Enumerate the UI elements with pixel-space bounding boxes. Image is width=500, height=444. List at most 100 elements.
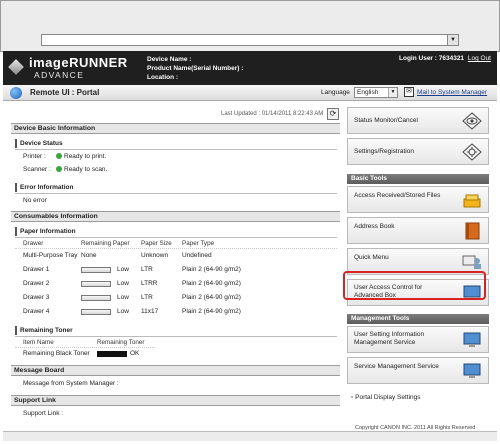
device-info: Device Name : Product Name(Serial Number… (147, 55, 243, 82)
service-management-card[interactable]: Service Management Service (347, 357, 489, 384)
divider (15, 248, 337, 249)
user-setting-info-label: User Setting Information Management Serv… (354, 331, 425, 346)
toner-item-name: Remaining Black Toner (23, 350, 90, 357)
divider (15, 149, 337, 150)
table-row-type: Plain 2 (64-90 g/m2) (182, 294, 241, 301)
browser-chrome: ▼ (0, 0, 500, 52)
consumables-info-header: Consumables Information (11, 211, 340, 222)
paper-col-type: Paper Type (182, 240, 215, 247)
last-updated: Last Updated : 01/14/2011 8:22:43 AM (221, 111, 324, 117)
toner-status: OK (130, 350, 140, 357)
table-row-drawer: Multi-Purpose Tray (23, 252, 78, 259)
status-bar (3, 431, 497, 441)
message-board-header: Message Board (11, 365, 340, 376)
address-book-card[interactable]: Address Book (347, 217, 489, 244)
portal-bar: Remote UI : Portal Language English ▼ ✉ … (3, 85, 497, 101)
table-row-type: Plain 2 (64-90 g/m2) (182, 308, 241, 315)
paper-level-bar (81, 267, 111, 273)
table-row-remaining: Low (117, 294, 129, 301)
refresh-button[interactable]: ⟳ (327, 108, 339, 120)
page-title: Remote UI : Portal (30, 88, 100, 97)
app-header: imageRUNNER ADVANCE Device Name : Produc… (3, 51, 497, 85)
language-value: English (357, 89, 379, 96)
paper-col-drawer: Drawer (23, 240, 44, 247)
paper-col-remaining: Remaining Paper (81, 240, 130, 247)
support-link-header: Support Link (11, 395, 340, 406)
product-name-label: Product Name(Serial Number) : (147, 65, 244, 72)
portal-globe-icon (10, 87, 22, 99)
address-bar[interactable]: ▼ (41, 34, 459, 46)
main-content: Last Updated : 01/14/2011 8:22:43 AM ⟳ D… (3, 101, 497, 431)
table-row-drawer: Drawer 4 (23, 308, 50, 315)
status-monitor-card[interactable]: Status Monitor/Cancel (347, 107, 489, 134)
scanner-status-text: Ready to scan. (64, 166, 108, 173)
toner-col-remaining: Remaining Toner (97, 339, 145, 346)
address-book-icon (465, 222, 480, 240)
folder-stack-icon (463, 194, 481, 208)
settings-registration-label: Settings/Registration (354, 148, 414, 155)
monitor-icon (463, 363, 481, 378)
printer-status-text: Ready to print. (64, 153, 107, 160)
cube-logo-icon (8, 59, 24, 75)
mail-icon[interactable]: ✉ (404, 87, 414, 97)
mail-to-system-manager-link[interactable]: Mail to System Manager (417, 89, 487, 96)
table-row-type: Plain 2 (64-90 g/m2) (182, 280, 241, 287)
table-row-remaining: Low (117, 308, 129, 315)
bullet-icon: ▫ (351, 394, 354, 401)
refresh-icon: ⟳ (329, 109, 337, 118)
printer-status: Ready to print. (56, 153, 106, 160)
support-link-text: Support Link : (23, 410, 64, 417)
device-name-label: Device Name : (147, 56, 192, 63)
table-row-remaining: Low (117, 280, 129, 287)
table-row-type: Plain 2 (64-90 g/m2) (182, 266, 241, 273)
divider (15, 237, 337, 238)
monitor-icon (463, 332, 481, 347)
device-basic-info-header: Device Basic Information (11, 123, 340, 134)
chevron-down-icon[interactable]: ▼ (447, 35, 458, 45)
status-ok-icon (56, 166, 62, 172)
remaining-toner-header: Remaining Toner (15, 326, 73, 335)
paper-col-size: Paper Size (141, 240, 172, 247)
eye-icon (462, 112, 482, 130)
error-info-header: Error Information (15, 183, 73, 192)
status-monitor-label: Status Monitor/Cancel (354, 117, 418, 124)
access-received-label: Access Received/Stored Files (354, 192, 441, 199)
logout-link[interactable]: Log Out (468, 55, 491, 62)
highlight-box (343, 271, 486, 300)
quick-menu-label: Quick Menu (354, 254, 389, 261)
divider (15, 193, 337, 194)
brand-subtitle: ADVANCE (34, 70, 85, 80)
device-status-header: Device Status (15, 139, 63, 148)
management-tools-header: Management Tools (347, 314, 489, 324)
gear-icon (462, 143, 482, 161)
toner-col-item: Item Name (23, 339, 54, 346)
printer-label: Printer : (23, 153, 46, 160)
settings-registration-card[interactable]: Settings/Registration (347, 138, 489, 165)
brand-name: imageRUNNER (29, 55, 128, 70)
chevron-down-icon: ▼ (388, 88, 397, 97)
location-label: Location : (147, 74, 179, 81)
table-row-remaining: Low (117, 266, 129, 273)
quick-menu-icon (462, 255, 481, 269)
paper-level-bar (81, 281, 111, 287)
user-setting-info-card[interactable]: User Setting Information Management Serv… (347, 326, 489, 353)
divider (15, 336, 337, 337)
table-row-size: LTR (141, 294, 153, 301)
portal-display-settings-link[interactable]: ▫ Portal Display Settings (351, 394, 421, 401)
language-select[interactable]: English ▼ (354, 87, 398, 98)
toner-level-bar (97, 351, 127, 357)
basic-tools-header: Basic Tools (347, 174, 489, 184)
portal-display-settings-label: Portal Display Settings (355, 394, 421, 401)
status-ok-icon (56, 153, 62, 159)
access-received-card[interactable]: Access Received/Stored Files (347, 186, 489, 213)
message-text: Message from System Manager : (23, 380, 119, 387)
service-management-label: Service Management Service (354, 363, 439, 370)
login-info: Login User : 7634321 Log Out (399, 55, 491, 62)
language-label: Language (321, 89, 350, 96)
divider (15, 347, 155, 348)
login-user: Login User : 7634321 (399, 55, 465, 62)
scanner-label: Scanner : (23, 166, 51, 173)
paper-level-bar (81, 295, 111, 301)
table-row-drawer: Drawer 2 (23, 280, 50, 287)
table-row-type: Undefined (182, 252, 212, 259)
